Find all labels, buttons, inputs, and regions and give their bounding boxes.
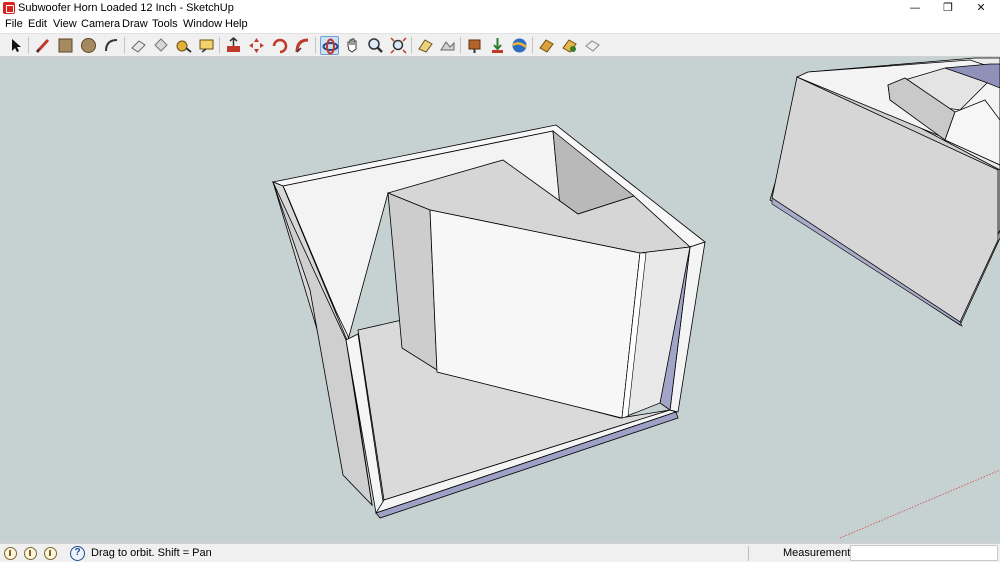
rotate-icon[interactable] [270,36,289,55]
menu-edit[interactable]: Edit [28,18,47,30]
orbit-icon[interactable] [320,36,339,55]
user-account-icon[interactable] [44,547,57,560]
share-model-icon[interactable] [488,36,507,55]
circle-icon[interactable] [79,36,98,55]
menu-draw[interactable]: Draw [122,18,148,30]
move-icon[interactable] [247,36,266,55]
menu-bar: File Edit View Camera Draw Tools Window … [0,17,1000,33]
measurements-label: Measurements [783,547,856,559]
sketchup-logo-icon [3,2,15,14]
zoom-icon[interactable] [366,36,385,55]
paint-bucket-icon[interactable] [151,36,170,55]
pan-icon[interactable] [343,36,362,55]
window-title: Subwoofer Horn Loaded 12 Inch - SketchUp [18,2,234,14]
photo-textures-icon[interactable] [583,36,602,55]
menu-view[interactable]: View [53,18,77,30]
extension-manager-icon[interactable] [560,36,579,55]
minimize-button[interactable]: — [900,0,930,17]
status-bar: ? Drag to orbit. Shift = Pan Measurement… [0,543,1000,562]
zoom-extents-icon[interactable] [389,36,408,55]
menu-camera[interactable]: Camera [81,18,120,30]
push-pull-icon[interactable] [224,36,243,55]
send-to-layout-icon[interactable] [537,36,556,55]
eraser-icon[interactable] [129,36,148,55]
menu-file[interactable]: File [5,18,23,30]
second-enclosure-model[interactable] [769,57,1000,327]
text-label-icon[interactable] [197,36,216,55]
modeling-viewport[interactable] [0,57,1000,543]
toggle-terrain-icon[interactable] [438,36,457,55]
subwoofer-enclosure-model[interactable] [271,124,706,519]
rectangle-icon[interactable] [56,36,75,55]
close-button[interactable]: ✕ [966,0,996,17]
follow-me-icon[interactable] [293,36,312,55]
extension-warehouse-icon[interactable] [510,36,529,55]
menu-window[interactable]: Window [183,18,222,30]
title-bar: Subwoofer Horn Loaded 12 Inch - SketchUp… [0,0,1000,17]
toolbar [0,33,1000,57]
restore-button[interactable]: ❐ [933,0,963,17]
arc-icon[interactable] [102,36,121,55]
geolocation-icon[interactable] [4,547,17,560]
status-message: Drag to orbit. Shift = Pan [91,547,212,559]
menu-help[interactable]: Help [225,18,248,30]
tape-measure-icon[interactable] [174,36,193,55]
select-icon[interactable] [6,36,25,55]
menu-tools[interactable]: Tools [152,18,178,30]
red-axis-line [839,469,1000,539]
line-icon[interactable] [33,36,52,55]
status-divider [748,546,749,561]
add-location-icon[interactable] [416,36,435,55]
scene-canvas[interactable] [0,57,1000,543]
instructor-help-icon[interactable]: ? [70,546,85,561]
measurements-input[interactable] [850,545,998,561]
credits-icon[interactable] [24,547,37,560]
get-models-icon[interactable] [465,36,484,55]
